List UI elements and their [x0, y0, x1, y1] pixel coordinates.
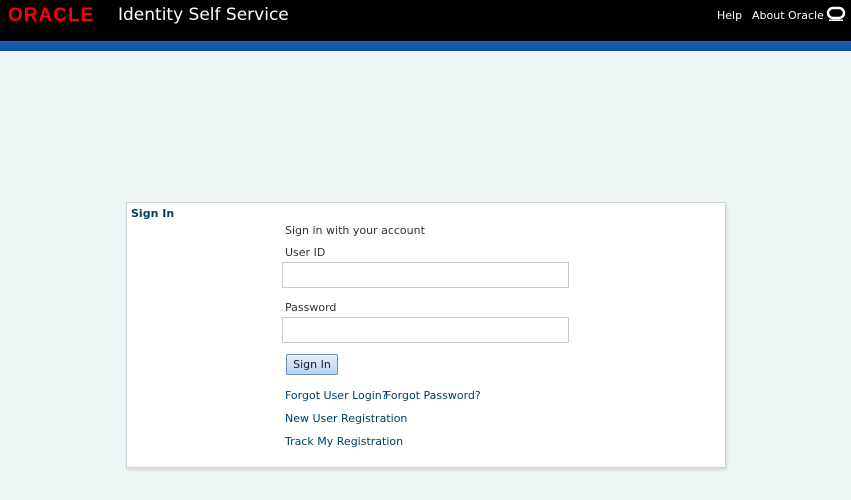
password-label: Password [285, 301, 337, 314]
track-registration-link[interactable]: Track My Registration [285, 435, 403, 448]
header-bar: ORACLE Identity Self Service Help About … [0, 0, 851, 41]
signin-subtitle: Sign in with your account [285, 224, 425, 237]
forgot-user-login-link[interactable]: Forgot User Login? [285, 389, 388, 402]
signin-panel: Sign In Sign in with your account User I… [126, 202, 726, 468]
about-oracle-link[interactable]: About Oracle [752, 9, 824, 22]
user-id-input[interactable] [282, 262, 569, 288]
header-accent-band [0, 41, 851, 51]
panel-title: Sign In [131, 207, 175, 220]
user-id-label: User ID [285, 246, 326, 259]
forgot-password-link[interactable]: Forgot Password? [385, 389, 481, 402]
oracle-logo: ORACLE [8, 5, 95, 26]
oracle-o-icon [826, 6, 846, 21]
app-title: Identity Self Service [118, 5, 289, 25]
sign-in-button[interactable]: Sign In [286, 354, 338, 375]
new-user-registration-link[interactable]: New User Registration [285, 412, 407, 425]
password-input[interactable] [282, 317, 569, 343]
help-link[interactable]: Help [717, 9, 742, 22]
